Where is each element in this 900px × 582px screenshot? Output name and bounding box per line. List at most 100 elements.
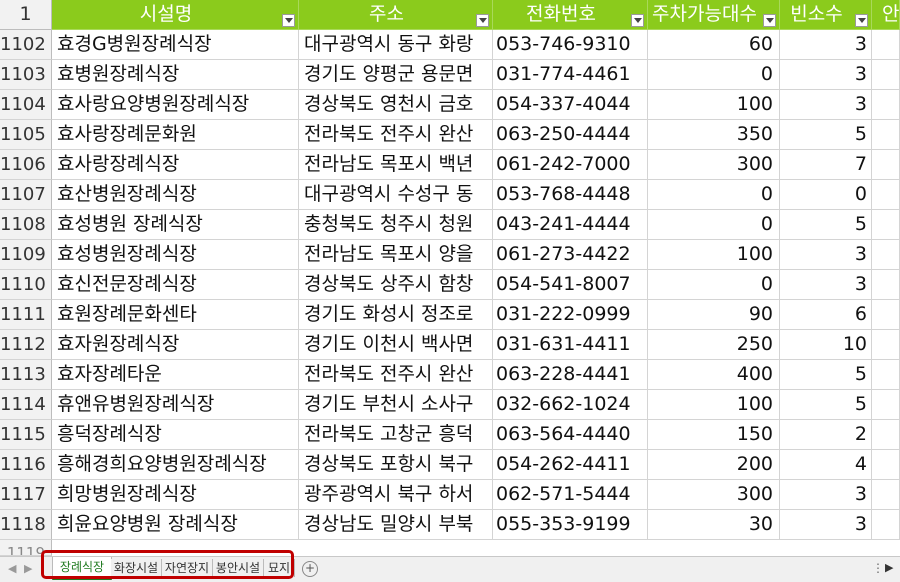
cell-rooms[interactable]: 4: [780, 450, 872, 480]
column-header-rooms[interactable]: 빈소수: [780, 0, 872, 30]
cell-address[interactable]: 경상남도 밀양시 부북: [299, 510, 493, 540]
tab-nav-prev-icon[interactable]: ◀: [8, 562, 16, 575]
cell-phone[interactable]: 043-241-4444: [493, 210, 648, 240]
cell-partial[interactable]: [872, 330, 900, 360]
cell-name[interactable]: 효사랑장례식장: [52, 150, 299, 180]
cell-name[interactable]: 효자장례타운: [52, 360, 299, 390]
row-number[interactable]: 1111: [0, 300, 52, 330]
row-number[interactable]: 1109: [0, 240, 52, 270]
cell-partial[interactable]: [872, 420, 900, 450]
row-number[interactable]: 1115: [0, 420, 52, 450]
cell-rooms[interactable]: 3: [780, 270, 872, 300]
cell-name[interactable]: 흥해경희요양병원장례식장: [52, 450, 299, 480]
cell-address[interactable]: 광주광역시 북구 하서: [299, 480, 493, 510]
cell-parking[interactable]: 150: [648, 420, 780, 450]
cell-name[interactable]: 효신전문장례식장: [52, 270, 299, 300]
cell-address[interactable]: 경상북도 상주시 함창: [299, 270, 493, 300]
cell-address[interactable]: 전라북도 전주시 완산: [299, 360, 493, 390]
row-number[interactable]: 1113: [0, 360, 52, 390]
cell-name[interactable]: 효사랑요양병원장례식장: [52, 90, 299, 120]
cell-parking[interactable]: 250: [648, 330, 780, 360]
row-number-header[interactable]: 1: [0, 0, 52, 30]
cell-name[interactable]: 희망병원장례식장: [52, 480, 299, 510]
cell-address[interactable]: 대구광역시 수성구 동: [299, 180, 493, 210]
cell-partial[interactable]: [872, 240, 900, 270]
cell-partial[interactable]: [872, 60, 900, 90]
cell-rooms[interactable]: 5: [780, 390, 872, 420]
column-header-name[interactable]: 시설명: [52, 0, 299, 30]
cell-address[interactable]: 경상북도 영천시 금호: [299, 90, 493, 120]
cell-rooms[interactable]: 5: [780, 360, 872, 390]
cell-rooms[interactable]: 0: [780, 180, 872, 210]
cell-address[interactable]: 경기도 이천시 백사면: [299, 330, 493, 360]
cell-phone[interactable]: 054-262-4411: [493, 450, 648, 480]
cell-parking[interactable]: 300: [648, 150, 780, 180]
row-number[interactable]: 1118: [0, 510, 52, 540]
cell-parking[interactable]: 30: [648, 510, 780, 540]
cell-address[interactable]: 경기도 양평군 용문면: [299, 60, 493, 90]
cell-partial[interactable]: [872, 150, 900, 180]
cell-address[interactable]: 충청북도 청주시 청원: [299, 210, 493, 240]
cell-phone[interactable]: 054-337-4044: [493, 90, 648, 120]
cell-partial[interactable]: [872, 360, 900, 390]
cell-parking[interactable]: 200: [648, 450, 780, 480]
cell-partial[interactable]: [872, 30, 900, 60]
cell-partial[interactable]: [872, 510, 900, 540]
cell-address[interactable]: 전라북도 전주시 완산: [299, 120, 493, 150]
cell-rooms[interactable]: 3: [780, 480, 872, 510]
cell-parking[interactable]: 0: [648, 210, 780, 240]
row-number[interactable]: 1112: [0, 330, 52, 360]
row-number[interactable]: 1103: [0, 60, 52, 90]
cell-parking[interactable]: 350: [648, 120, 780, 150]
cell-partial[interactable]: [872, 120, 900, 150]
cell-parking[interactable]: 100: [648, 240, 780, 270]
cell-phone[interactable]: 062-571-5444: [493, 480, 648, 510]
cell-partial[interactable]: [872, 390, 900, 420]
cell-rooms[interactable]: 6: [780, 300, 872, 330]
row-number[interactable]: 1108: [0, 210, 52, 240]
cell-name[interactable]: 효사랑장례문화원: [52, 120, 299, 150]
cell-partial[interactable]: [872, 210, 900, 240]
tab-options-icon[interactable]: ⋮: [872, 561, 884, 575]
column-header-parking[interactable]: 주차가능대수: [648, 0, 780, 30]
cell-name[interactable]: 효산병원장례식장: [52, 180, 299, 210]
cell-parking[interactable]: 400: [648, 360, 780, 390]
cell-phone[interactable]: 031-222-0999: [493, 300, 648, 330]
cell-parking[interactable]: 300: [648, 480, 780, 510]
column-header-address[interactable]: 주소: [299, 0, 493, 30]
cell-name[interactable]: 효경G병원장례식장: [52, 30, 299, 60]
cell-name[interactable]: 효성병원장례식장: [52, 240, 299, 270]
filter-dropdown-icon[interactable]: [476, 14, 489, 27]
cell-name[interactable]: 효원장례문화센타: [52, 300, 299, 330]
filter-dropdown-icon[interactable]: [631, 14, 644, 27]
plus-circle-icon[interactable]: +: [302, 561, 318, 577]
cell-phone[interactable]: 054-541-8007: [493, 270, 648, 300]
cell-phone[interactable]: 053-768-4448: [493, 180, 648, 210]
cell-rooms[interactable]: 3: [780, 30, 872, 60]
cell-parking[interactable]: 0: [648, 270, 780, 300]
tab-nav-next-icon[interactable]: ▶: [24, 562, 32, 575]
cell-name[interactable]: 효자원장례식장: [52, 330, 299, 360]
cell-partial[interactable]: [872, 90, 900, 120]
row-number[interactable]: 1107: [0, 180, 52, 210]
cell-parking[interactable]: 60: [648, 30, 780, 60]
cell-phone[interactable]: 063-564-4440: [493, 420, 648, 450]
cell-phone[interactable]: 032-662-1024: [493, 390, 648, 420]
row-number[interactable]: 1105: [0, 120, 52, 150]
cell-name[interactable]: 효성병원 장례식장: [52, 210, 299, 240]
row-number[interactable]: 1114: [0, 390, 52, 420]
cell-rooms[interactable]: 10: [780, 330, 872, 360]
cell-rooms[interactable]: 7: [780, 150, 872, 180]
cell-phone[interactable]: 031-631-4411: [493, 330, 648, 360]
cell-partial[interactable]: [872, 300, 900, 330]
filter-dropdown-icon[interactable]: [763, 14, 776, 27]
cell-parking[interactable]: 0: [648, 180, 780, 210]
row-number[interactable]: 1110: [0, 270, 52, 300]
cell-phone[interactable]: 055-353-9199: [493, 510, 648, 540]
cell-address[interactable]: 경상북도 포항시 북구: [299, 450, 493, 480]
cell-address[interactable]: 전라남도 목포시 양을: [299, 240, 493, 270]
cell-phone[interactable]: 031-774-4461: [493, 60, 648, 90]
cell-parking[interactable]: 0: [648, 60, 780, 90]
cell-address[interactable]: 경기도 부천시 소사구: [299, 390, 493, 420]
filter-dropdown-icon[interactable]: [282, 14, 295, 27]
